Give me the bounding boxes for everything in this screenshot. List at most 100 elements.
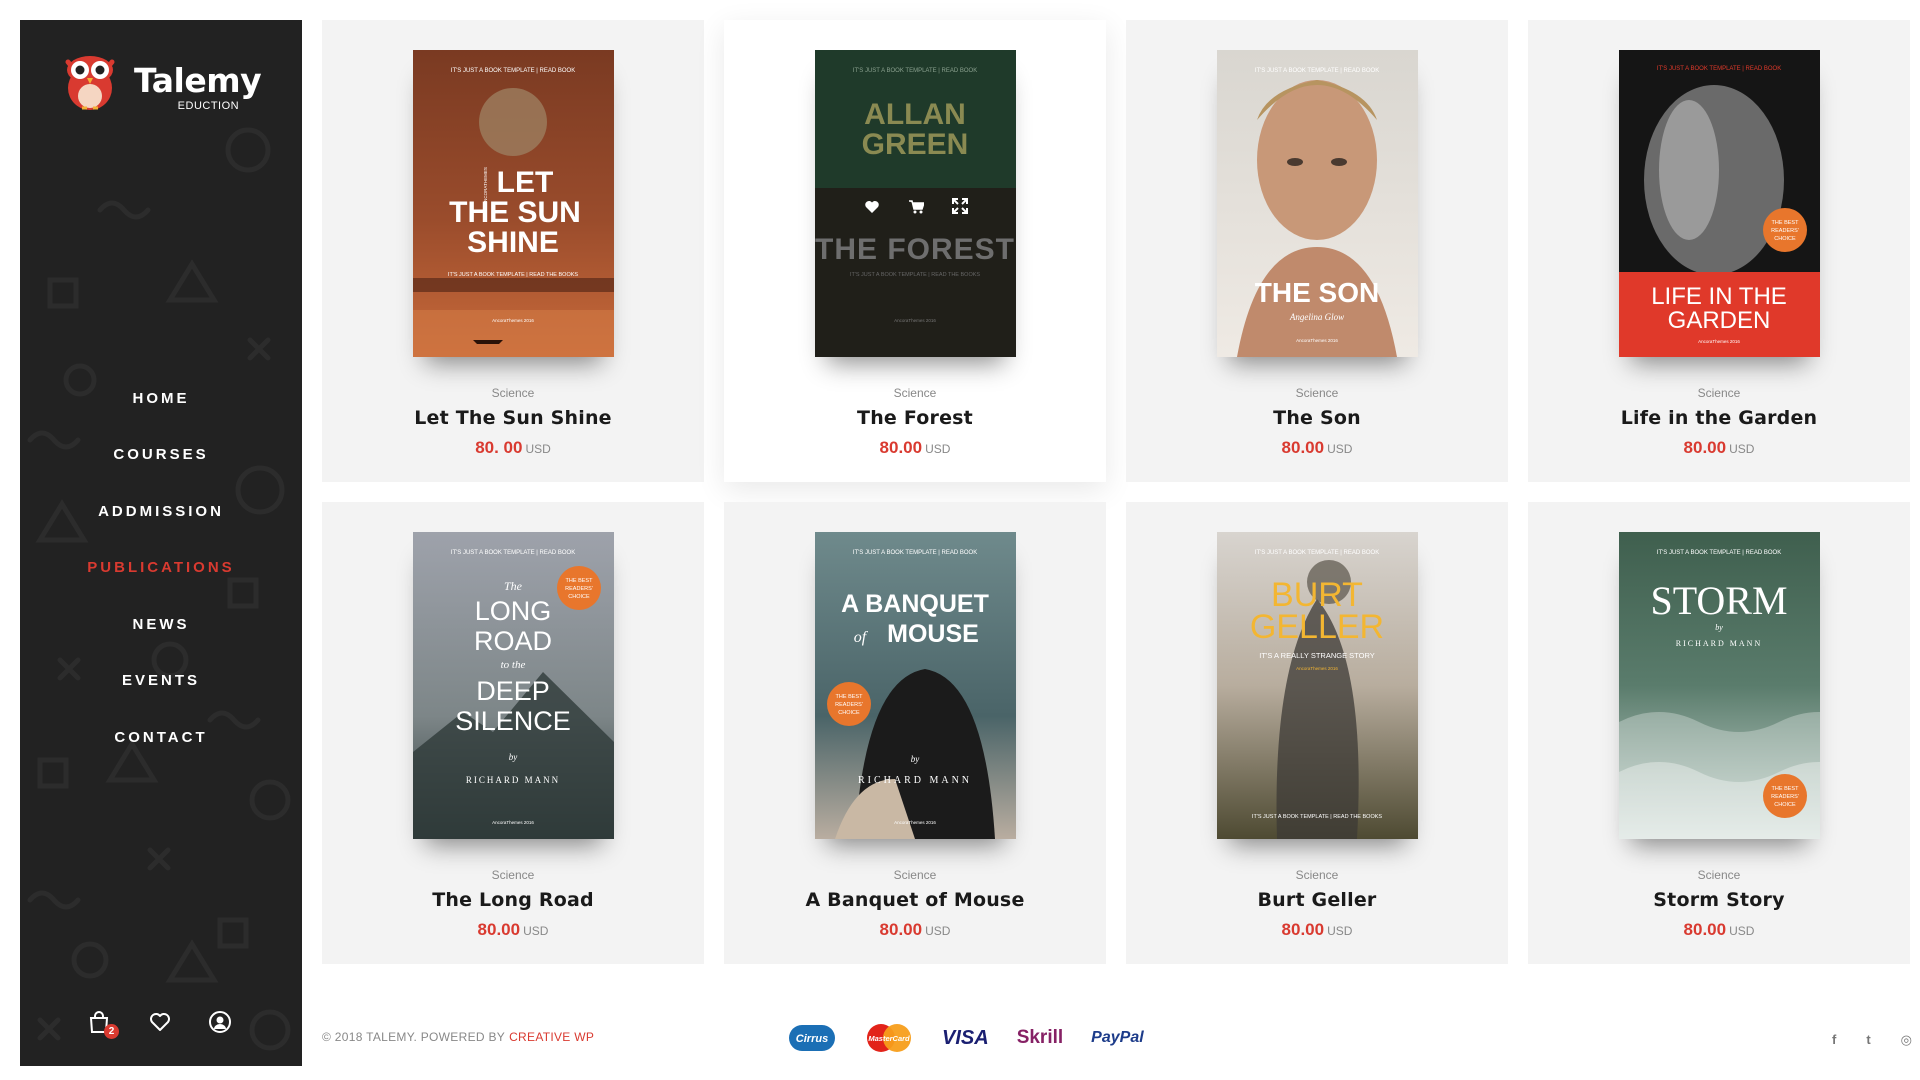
cover-credit: AncoraThemes 2016 <box>894 318 936 323</box>
product-category: Science <box>893 868 937 882</box>
facebook-icon[interactable]: f <box>1832 1032 1836 1048</box>
book-cover[interactable]: IT'S JUST A BOOK TEMPLATE | READ BOOK TH… <box>413 532 614 839</box>
nav-link-events[interactable]: EVENTS <box>122 672 200 689</box>
book-cover[interactable]: IT'S JUST A BOOK TEMPLATE | READ BOOK ST… <box>1619 532 1820 839</box>
powered-by-link[interactable]: CREATIVE WP <box>509 1030 594 1044</box>
product-card[interactable]: IT'S JUST A BOOK TEMPLATE | READ BOOK LE… <box>322 20 704 482</box>
owl-logo-icon <box>65 56 115 110</box>
cover-title-line: GARDEN <box>1668 307 1771 334</box>
nav-link-contact[interactable]: CONTACT <box>114 729 207 746</box>
product-category: Science <box>1697 386 1741 400</box>
cover-credit: AncoraThemes 2016 <box>894 820 936 825</box>
cover-by: by <box>911 754 920 764</box>
cover-title-line: A BANQUET <box>841 590 989 618</box>
cover-credit: AncoraThemes 2016 <box>1296 338 1338 343</box>
book-cover[interactable]: IT'S JUST A BOOK TEMPLATE | READ BOOK TH… <box>1619 50 1820 357</box>
badge-line: READERS' <box>1771 228 1799 234</box>
payment-skrill-logo: Skrill <box>1016 1027 1064 1048</box>
price-value: 80.00 <box>1281 438 1325 457</box>
nav-link-courses[interactable]: COURSES <box>113 446 208 463</box>
price-value: 80.00 <box>1281 920 1325 939</box>
heart-icon <box>150 1013 170 1031</box>
price-currency: USD <box>1729 924 1755 938</box>
cover-title-line: LONG <box>475 596 552 626</box>
product-title[interactable]: Life in the Garden <box>1528 407 1910 429</box>
book-cover[interactable]: IT'S JUST A BOOK TEMPLATE | READ BOOK A … <box>815 532 1016 839</box>
twitter-icon[interactable]: t <box>1866 1032 1870 1048</box>
product-card[interactable]: IT'S JUST A BOOK TEMPLATE | READ BOOK BU… <box>1126 502 1508 964</box>
product-card[interactable]: IT'S JUST A BOOK TEMPLATE | READ BOOK ST… <box>1528 502 1910 964</box>
expand-icon <box>951 197 968 214</box>
cover-title-line: STORM <box>1650 578 1787 623</box>
price-currency: USD <box>523 924 549 938</box>
product-category: Science <box>491 386 535 400</box>
product-title[interactable]: Storm Story <box>1528 889 1910 911</box>
book-cover[interactable]: IT'S JUST A BOOK TEMPLATE | READ BOOK BU… <box>1217 532 1418 839</box>
product-title[interactable]: The Son <box>1126 407 1508 429</box>
product-card[interactable]: IT'S JUST A BOOK TEMPLATE | READ BOOK TH… <box>322 502 704 964</box>
product-card[interactable]: IT'S JUST A BOOK TEMPLATE | READ BOOK TH… <box>1528 20 1910 482</box>
product-card[interactable]: IT'S JUST A BOOK TEMPLATE | READ BOOK AL… <box>724 20 1106 482</box>
cover-life-in-the-garden: IT'S JUST A BOOK TEMPLATE | READ BOOK TH… <box>1619 50 1820 357</box>
main-nav: HOME COURSES ADDMISSION PUBLICATIONS NEW… <box>20 370 302 766</box>
cover-small-text: to the <box>501 659 526 671</box>
cover-storm-story: IT'S JUST A BOOK TEMPLATE | READ BOOK ST… <box>1619 532 1820 839</box>
nav-link-publications[interactable]: PUBLICATIONS <box>87 559 234 576</box>
badge-line: CHOICE <box>568 594 590 600</box>
payment-paypal-logo: PayPal <box>1091 1029 1144 1046</box>
cover-author-line: GREEN <box>862 128 969 161</box>
cart-button[interactable]: 2 <box>88 1010 119 1039</box>
product-card[interactable]: IT'S JUST A BOOK TEMPLATE | READ BOOK TH… <box>1126 20 1508 482</box>
badge-line: THE BEST <box>836 694 864 700</box>
payment-label: Cirrus <box>796 1033 828 1045</box>
cover-by: by <box>509 752 518 762</box>
cover-the-son: IT'S JUST A BOOK TEMPLATE | READ BOOK TH… <box>1217 50 1418 357</box>
product-category: Science <box>1697 868 1741 882</box>
price-value: 80. 00 <box>475 438 523 457</box>
product-card[interactable]: IT'S JUST A BOOK TEMPLATE | READ BOOK A … <box>724 502 1106 964</box>
cover-title-line: GELLER <box>1250 608 1384 646</box>
product-title[interactable]: Let The Sun Shine <box>322 407 704 429</box>
cover-author: Angelina Glow <box>1289 312 1344 322</box>
nav-item-news: NEWS <box>20 596 302 653</box>
price-value: 80.00 <box>1683 438 1727 457</box>
wishlist-button[interactable] <box>148 1010 176 1038</box>
cover-title-line: MOUSE <box>887 620 979 648</box>
copyright-text: © 2018 TALEMY. POWERED BY <box>322 1030 506 1044</box>
product-title[interactable]: The Long Road <box>322 889 704 911</box>
cover-title-line: LET <box>497 166 554 199</box>
product-title[interactable]: The Forest <box>724 407 1106 429</box>
cover-title-line: LIFE IN THE <box>1651 283 1787 310</box>
instagram-icon[interactable]: ◎ <box>1901 1032 1912 1048</box>
nav-link-news[interactable]: NEWS <box>133 616 190 633</box>
cover-bottom-line: IT'S JUST A BOOK TEMPLATE | READ THE BOO… <box>448 272 578 278</box>
payment-label: MasterCard <box>868 1034 910 1043</box>
quick-view-button[interactable] <box>951 197 968 219</box>
cover-the-long-road: IT'S JUST A BOOK TEMPLATE | READ BOOK TH… <box>413 532 614 839</box>
account-button[interactable] <box>208 1010 236 1038</box>
cover-bottom-line: IT'S JUST A BOOK TEMPLATE | READ THE BOO… <box>1252 814 1382 820</box>
book-cover[interactable]: IT'S JUST A BOOK TEMPLATE | READ BOOK LE… <box>413 50 614 357</box>
cover-title-line: SHINE <box>467 226 559 259</box>
logo[interactable]: Talemy EDUCTION <box>64 50 262 112</box>
cover-top-line: IT'S JUST A BOOK TEMPLATE | READ BOOK <box>451 550 575 556</box>
cover-author: RICHARD MANN <box>466 775 560 785</box>
add-to-wishlist-button[interactable] <box>864 198 880 219</box>
cover-author-line: ALLAN <box>864 98 966 131</box>
cart-count-badge: 2 <box>104 1024 119 1039</box>
product-title[interactable]: A Banquet of Mouse <box>724 889 1106 911</box>
book-cover[interactable]: IT'S JUST A BOOK TEMPLATE | READ BOOK AL… <box>815 50 1016 357</box>
product-title[interactable]: Burt Geller <box>1126 889 1508 911</box>
cover-credit: AncoraThemes 2016 <box>492 318 534 323</box>
cover-title-line: THE SUN <box>449 196 581 229</box>
cover-subtitle: IT'S A REALLY STRANGE STORY <box>1259 651 1375 660</box>
cover-let-the-sun-shine: IT'S JUST A BOOK TEMPLATE | READ BOOK LE… <box>413 50 614 357</box>
cover-title-line: SILENCE <box>455 706 571 736</box>
book-cover[interactable]: IT'S JUST A BOOK TEMPLATE | READ BOOK TH… <box>1217 50 1418 357</box>
nav-link-admission[interactable]: ADDMISSION <box>98 503 224 520</box>
add-to-cart-button[interactable] <box>908 198 925 219</box>
brand-tagline: EDUCTION <box>177 100 240 112</box>
cover-top-line: IT'S JUST A BOOK TEMPLATE | READ BOOK <box>1255 68 1379 74</box>
product-price: 80.00 USD <box>1528 438 1910 458</box>
nav-link-home[interactable]: HOME <box>133 390 190 407</box>
